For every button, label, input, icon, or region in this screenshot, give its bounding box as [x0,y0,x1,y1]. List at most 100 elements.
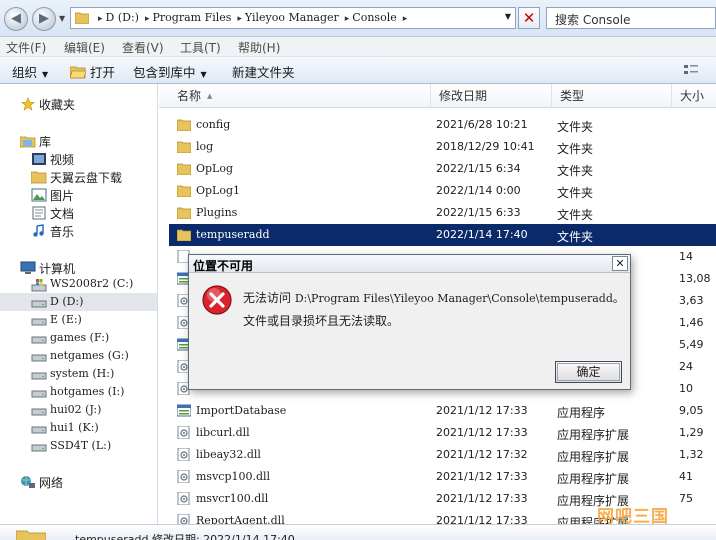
breadcrumb-separator-icon[interactable]: ▸ [145,14,150,24]
nav-lib-pictures[interactable]: 图片 [31,187,74,204]
folder-icon [177,185,191,197]
drive-icon [31,336,47,344]
nav-libraries[interactable]: 库 [20,133,51,150]
library-icon [20,136,36,148]
menu-tools[interactable]: 工具(T) [180,39,221,56]
breadcrumb-segment[interactable]: D (D:) [106,11,139,24]
drive-icon [31,372,47,380]
nav-drive-l[interactable]: SSD4T (L:) [31,439,111,452]
nav-lib-videos[interactable]: 视频 [31,151,74,168]
file-size: 10 [679,382,693,395]
breadcrumb-segment[interactable]: Yileyoo Manager [245,11,339,24]
file-row[interactable]: OpLog1 2022/1/14 0:00 文件夹 [169,180,716,202]
nav-drive-f[interactable]: games (F:) [31,331,109,344]
new-folder-button[interactable]: 新建文件夹 [232,62,295,81]
address-field[interactable]: ▸ D (D:) ▸ Program Files ▸ Yileyoo Manager ▸ Co… [70,7,516,29]
nav-drive-i[interactable]: hotgames (I:) [31,385,124,398]
dialog-close-button[interactable]: ✕ [612,256,628,271]
file-row[interactable]: libcurl.dll 2021/1/12 17:33 应用程序扩展 1,29 [169,422,716,444]
nav-lib-documents[interactable]: 文档 [31,205,74,222]
file-size: 14 [679,250,693,263]
file-size: 5,49 [679,338,704,351]
file-type: 文件夹 [557,230,594,244]
nav-drive-k[interactable]: hui1 (K:) [31,421,99,434]
file-date: 2021/1/12 17:33 [436,426,528,439]
dll-icon [177,426,190,439]
back-button[interactable]: ◀ [4,7,28,31]
menu-help[interactable]: 帮助(H) [238,39,280,56]
breadcrumb-separator-icon[interactable]: ▸ [98,14,103,24]
file-name: OpLog1 [196,184,241,197]
column-name[interactable]: 名称 ▲ [169,84,431,108]
file-size: 75 [679,492,693,505]
column-date[interactable]: 修改日期 [431,84,552,108]
breadcrumb-segment[interactable]: Console [352,11,396,24]
file-name: libeay32.dll [196,448,261,461]
file-row[interactable]: config 2021/6/28 10:21 文件夹 [169,114,716,136]
file-date: 2022/1/15 6:33 [436,206,521,219]
nav-drive-e[interactable]: E (E:) [31,313,82,326]
nav-drive-g[interactable]: netgames (G:) [31,349,129,362]
file-type: 文件夹 [557,164,594,178]
search-input[interactable]: 搜索 Console [546,7,716,29]
file-type: 应用程序扩展 [557,472,630,486]
file-date: 2022/1/14 17:40 [436,228,528,241]
forward-button[interactable]: ▶ [32,7,56,31]
nav-lib-music[interactable]: 音乐 [31,223,74,240]
drive-icon [31,390,47,398]
nav-drive-c[interactable]: WS2008r2 (C:) [31,277,133,292]
menu-edit[interactable]: 编辑(E) [64,39,105,56]
menu-view[interactable]: 查看(V) [122,39,164,56]
nav-favorites[interactable]: 收藏夹 [20,96,75,113]
nav-drive-d[interactable]: D (D:) [31,295,83,308]
file-name: log [196,140,214,153]
file-name: msvcp100.dll [196,470,271,483]
sort-ascending-icon: ▲ [207,92,213,100]
column-size[interactable]: 大小 [672,84,716,108]
nav-computer[interactable]: 计算机 [20,260,75,277]
windows-drive-icon [31,279,47,292]
file-type: 应用程序扩展 [557,428,630,442]
recent-pages-dropdown-icon[interactable]: ▼ [59,14,65,23]
view-options-icon[interactable] [683,63,699,77]
dll-icon [177,470,190,483]
file-row[interactable]: Plugins 2022/1/15 6:33 文件夹 [169,202,716,224]
file-row[interactable]: ImportDatabase 2021/1/12 17:33 应用程序 9,05 [169,400,716,422]
drive-icon [31,300,47,308]
stop-icon[interactable]: ✕ [518,7,540,29]
nav-drive-j[interactable]: hui02 (J:) [31,403,101,416]
menu-file[interactable]: 文件(F) [6,39,46,56]
file-row[interactable]: msvcp100.dll 2021/1/12 17:33 应用程序扩展 41 [169,466,716,488]
command-bar: 组织 ▼ 打开 包含到库中 ▼ 新建文件夹 [0,57,716,84]
ok-button[interactable]: 确定 [555,361,622,383]
breadcrumb-separator-icon[interactable]: ▸ [237,14,242,24]
dialog-title-bar[interactable]: 位置不可用 ✕ [189,255,630,273]
organize-button[interactable]: 组织 ▼ [12,62,48,81]
file-row[interactable]: OpLog 2022/1/15 6:34 文件夹 [169,158,716,180]
breadcrumb-segment[interactable]: Program Files [153,11,232,24]
breadcrumb-separator-icon[interactable]: ▸ [345,14,350,24]
breadcrumb-separator-icon[interactable]: ▸ [403,14,408,24]
nav-lib-cloud-download[interactable]: 天翼云盘下载 [31,169,122,186]
folder-icon [177,163,191,175]
navigation-pane: 收藏夹 库 视频 天翼云盘下载 图片 文档 音乐 计算机 WS2008r2 (C… [0,84,158,524]
file-row[interactable]: tempuseradd 2022/1/14 17:40 文件夹 [169,224,716,246]
music-icon [33,224,44,237]
address-dropdown-icon[interactable]: ▼ [505,12,511,21]
file-date: 2022/1/15 6:34 [436,162,521,175]
column-type[interactable]: 类型 [552,84,672,108]
include-in-library-button[interactable]: 包含到库中 ▼ [133,62,207,81]
file-row[interactable]: libeay32.dll 2021/1/12 17:32 应用程序扩展 1,32 [169,444,716,466]
file-size: 3,63 [679,294,704,307]
folder-icon [177,141,191,153]
drive-icon [31,408,47,416]
nav-drive-h[interactable]: system (H:) [31,367,114,380]
open-button[interactable]: 打开 [70,62,115,81]
file-date: 2021/1/12 17:32 [436,448,528,461]
file-size: 1,46 [679,316,704,329]
nav-network[interactable]: 网络 [20,474,63,491]
picture-icon [31,188,47,202]
file-row[interactable]: log 2018/12/29 10:41 文件夹 [169,136,716,158]
file-date: 2021/1/12 17:33 [436,404,528,417]
folder-icon [31,171,47,184]
